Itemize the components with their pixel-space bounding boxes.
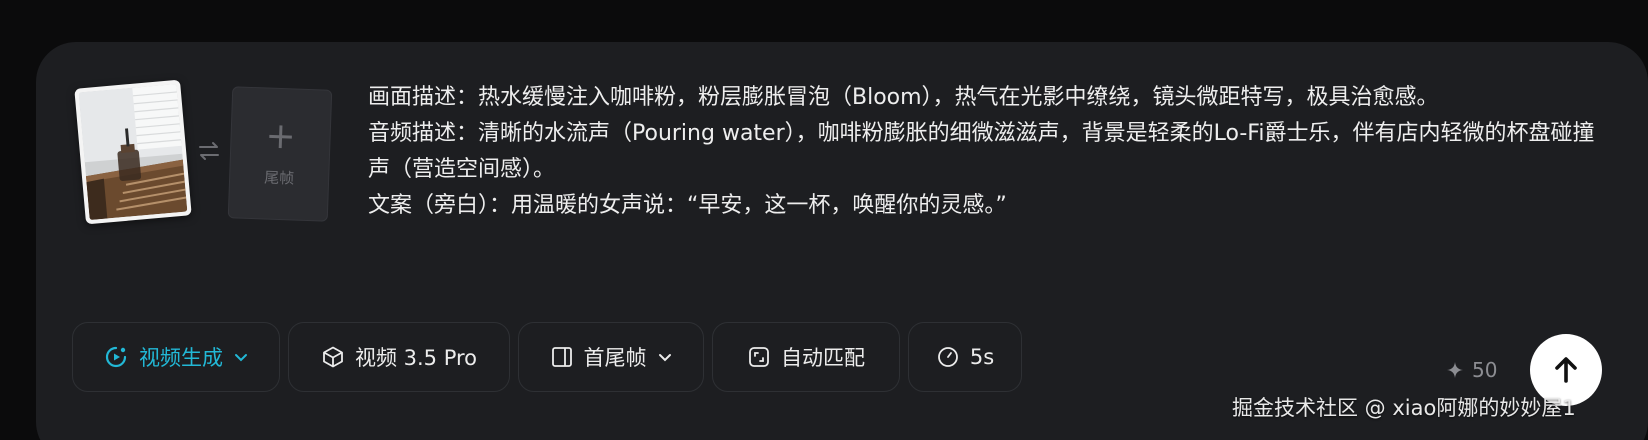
ratio-label: 自动匹配 [781,346,865,370]
model-selector[interactable]: 视频 3.5 Pro [288,322,510,392]
credit-cost: 50 [1446,358,1497,382]
mode-label: 视频生成 [139,346,223,370]
frame-mode-dropdown[interactable]: 首尾帧 [518,322,704,392]
duration-label: 5s [969,345,995,369]
prompt-text[interactable]: 画面描述：热水缓慢注入咖啡粉，粉层膨胀冒泡（Bloom），热气在光影中缭绕，镜头… [368,80,1608,224]
prompt-line-audio: 音频描述：清晰的水流声（Pouring water），咖啡粉膨胀的细微滋滋声，背… [368,121,1595,182]
duration-selector[interactable]: 5s [908,322,1022,392]
first-last-frame-icon [551,347,572,367]
cube-icon [323,346,343,368]
video-generate-icon [105,346,127,368]
chevron-down-icon [658,354,671,362]
prompt-line-copy: 文案（旁白）：用温暖的女声说：“早安，这一杯，唤醒你的灵感。” [368,193,1007,218]
credit-value: 50 [1472,358,1498,382]
swap-frames-icon[interactable] [196,138,222,164]
prompt-line-visual: 画面描述：热水缓慢注入咖啡粉，粉层膨胀冒泡（Bloom），热气在光影中缭绕，镜头… [368,85,1439,110]
chevron-down-icon [235,354,247,362]
clock-icon [937,347,958,367]
sparkle-icon [1447,362,1463,378]
arrow-up-icon [1555,357,1577,383]
frame-mode-label: 首尾帧 [583,346,647,370]
aspect-ratio-icon [749,347,769,367]
coffee-photo [78,83,188,221]
plus-icon: + [264,115,297,158]
last-frame-upload[interactable]: + 尾帧 [227,86,333,222]
first-frame-thumbnail[interactable] [74,79,192,225]
generation-toolbar: 视频生成 视频 3.5 Pro 首尾帧 自动匹配 5s [72,322,1022,392]
aspect-ratio-selector[interactable]: 自动匹配 [712,322,900,392]
model-label: 视频 3.5 Pro [354,346,478,370]
last-frame-label: 尾帧 [263,168,295,188]
mode-dropdown[interactable]: 视频生成 [72,322,280,392]
watermark: 掘金技术社区 @ xiao阿娜的妙妙屋1 [1232,396,1576,420]
